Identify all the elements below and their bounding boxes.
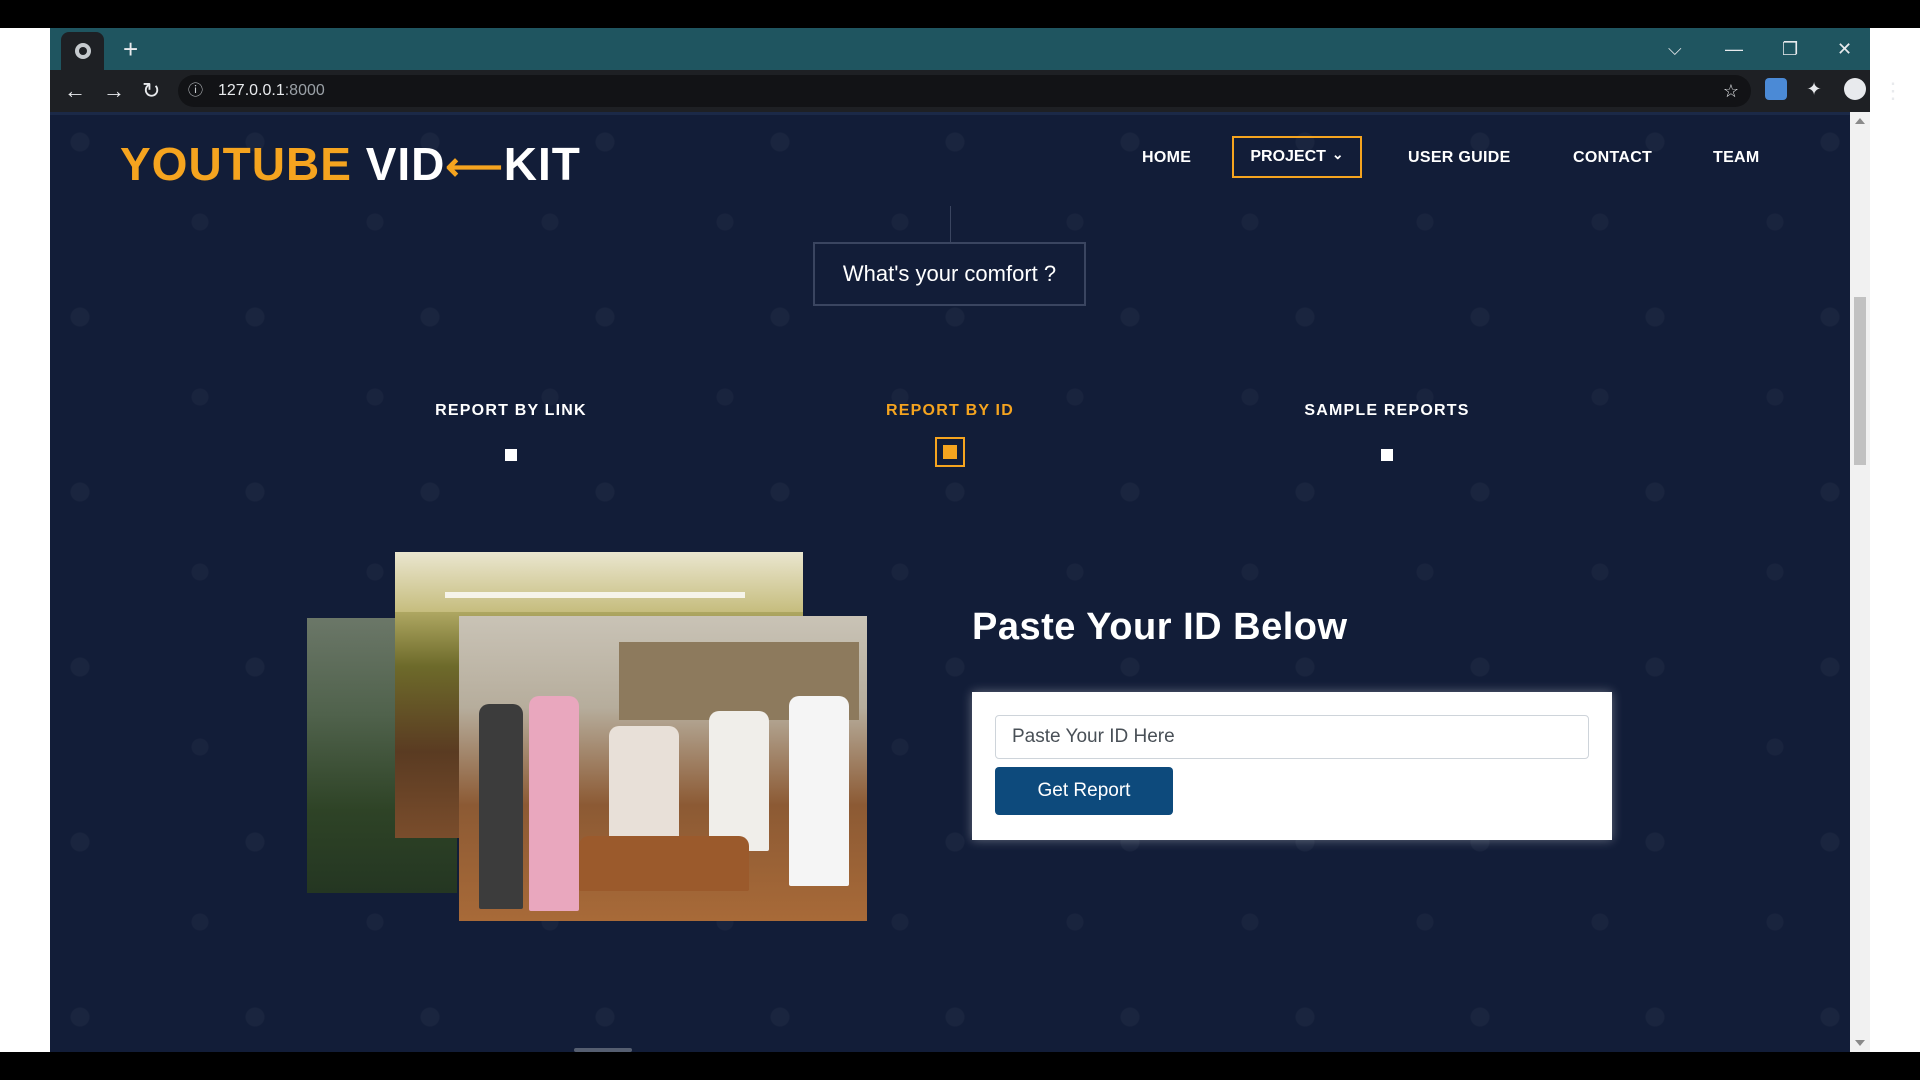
screen-margin-right: [1870, 28, 1920, 1052]
desk: [579, 836, 749, 891]
option-report-by-link-dot[interactable]: [505, 449, 517, 461]
back-button[interactable]: ←: [64, 74, 86, 108]
logo-vid: VID: [365, 138, 446, 190]
id-input[interactable]: [995, 715, 1589, 759]
hall-lights: [445, 592, 745, 598]
new-tab-button[interactable]: +: [123, 34, 138, 64]
screen-capture-extension-icon[interactable]: [1765, 78, 1787, 100]
comfort-prompt: What's your comfort ?: [813, 242, 1086, 306]
minimize-button[interactable]: —: [1725, 34, 1743, 64]
student-figure: [609, 726, 679, 846]
header-divider: [50, 112, 1850, 115]
page-scrollbar[interactable]: [1850, 112, 1870, 1052]
url-host: 127.0.0.1: [218, 82, 285, 99]
bookmark-star-icon[interactable]: ☆: [1723, 75, 1739, 107]
extensions-puzzle-icon[interactable]: ✦: [1803, 78, 1825, 100]
nav-team[interactable]: TEAM: [1713, 148, 1760, 168]
scroll-indicator: [574, 1048, 632, 1052]
nav-home[interactable]: HOME: [1142, 148, 1191, 168]
profile-avatar-icon[interactable]: [1844, 78, 1866, 100]
option-sample-reports-dot[interactable]: [1381, 449, 1393, 461]
paste-id-title: Paste Your ID Below: [972, 606, 1348, 648]
student-figure: [709, 711, 769, 851]
close-window-button[interactable]: ✕: [1837, 34, 1852, 64]
classroom-photo: [459, 616, 867, 921]
url-port: :8000: [284, 82, 325, 99]
browser-toolbar: ← → ↻ ⓘ 127.0.0.1:8000 ☆ ✦ ⋮: [50, 70, 1904, 112]
nav-contact[interactable]: CONTACT: [1573, 148, 1652, 168]
hall-ceiling: [395, 552, 803, 612]
student-figure: [479, 704, 523, 909]
scrollbar-thumb[interactable]: [1854, 297, 1866, 465]
tab-list-button[interactable]: ⌵: [1668, 34, 1682, 64]
scroll-up-arrow-icon[interactable]: [1855, 118, 1865, 124]
info-icon[interactable]: ⓘ: [188, 75, 203, 107]
get-report-button[interactable]: Get Report: [995, 767, 1173, 815]
site-logo[interactable]: YOUTUBE VID⟵KIT: [120, 138, 581, 193]
option-report-by-id-label[interactable]: REPORT BY ID: [820, 402, 1080, 420]
nav-user-guide[interactable]: USER GUIDE: [1408, 148, 1511, 168]
browser-tab-strip: + ⌵ — ❐ ✕: [50, 28, 1870, 70]
nav-project-label: PROJECT: [1250, 148, 1326, 165]
url-text: 127.0.0.1:8000: [218, 75, 325, 107]
student-figure: [789, 696, 849, 886]
page-viewport: YOUTUBE VID⟵KIT HOME PROJECT ⌄ USER GUID…: [50, 112, 1850, 1052]
option-report-by-id-dot[interactable]: [935, 437, 965, 467]
nav-project-dropdown[interactable]: PROJECT ⌄: [1232, 136, 1362, 178]
browser-tab[interactable]: [61, 32, 104, 70]
address-bar[interactable]: ⓘ 127.0.0.1:8000 ☆: [178, 75, 1751, 107]
logo-youtube: YOUTUBE: [120, 138, 352, 190]
globe-icon: [74, 43, 91, 59]
chevron-down-icon: ⌄: [1331, 146, 1344, 162]
option-report-by-link-label[interactable]: REPORT BY LINK: [381, 402, 641, 420]
student-figure: [529, 696, 579, 911]
scroll-down-arrow-icon[interactable]: [1855, 1040, 1865, 1046]
forward-button[interactable]: →: [103, 74, 125, 108]
screen-margin-left: [0, 28, 50, 1052]
reload-button[interactable]: ↻: [142, 74, 160, 108]
logo-arrow-icon: ⟵: [445, 145, 504, 189]
restore-button[interactable]: ❐: [1782, 34, 1798, 64]
option-sample-reports-label[interactable]: SAMPLE REPORTS: [1257, 402, 1517, 420]
report-card: Get Report: [972, 692, 1612, 840]
logo-kit: KIT: [503, 138, 581, 190]
browser-menu-button[interactable]: ⋮: [1882, 74, 1904, 108]
connector-line: [950, 206, 951, 244]
